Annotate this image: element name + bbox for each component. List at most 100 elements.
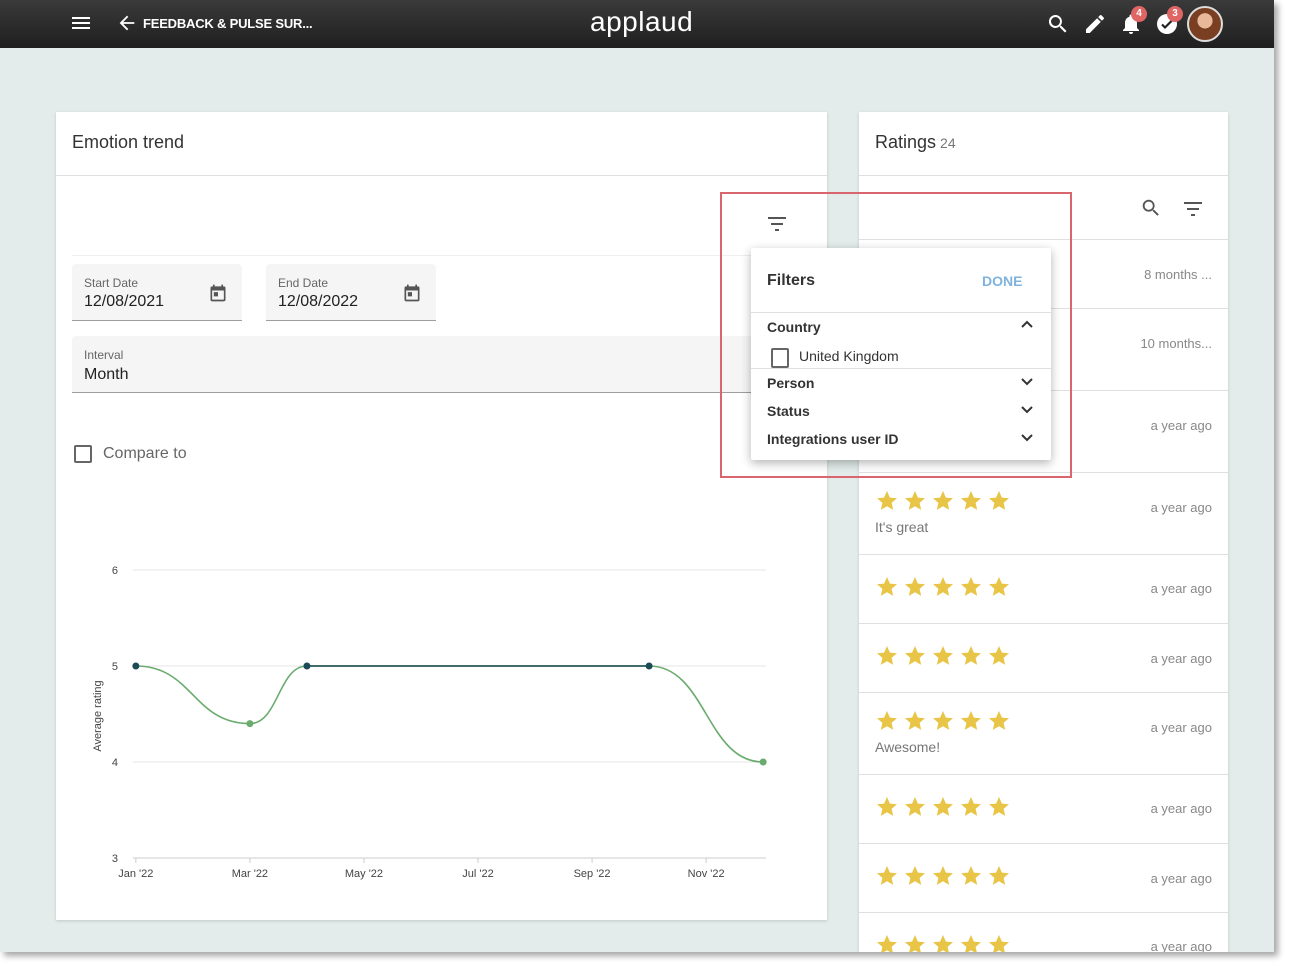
star-icon (989, 711, 1009, 730)
star-icon (961, 491, 981, 510)
star-icon (877, 646, 897, 665)
rating-timestamp: a year ago (1150, 581, 1212, 596)
chevron-up-icon (1021, 320, 1033, 328)
x-tick-label: Sep '22 (574, 868, 611, 880)
star-icon (989, 491, 1009, 510)
star-icon (989, 646, 1009, 665)
end-date-field[interactable]: End Date 12/08/2022 (266, 264, 436, 321)
star-icon (961, 577, 981, 596)
search-icon[interactable] (1140, 197, 1162, 219)
calendar-icon[interactable] (208, 283, 228, 303)
star-icon (877, 935, 897, 952)
x-tick-label: May '22 (345, 868, 383, 880)
star-icon (961, 866, 981, 885)
rating-comment: It's great (875, 519, 929, 535)
y-axis-label: Average rating (92, 680, 104, 751)
rating-row[interactable]: a year ago (859, 624, 1228, 693)
data-point (303, 662, 311, 670)
data-point (246, 720, 254, 728)
user-avatar[interactable] (1187, 6, 1223, 42)
tasks-button[interactable]: 3 (1155, 6, 1183, 36)
filter-section-status[interactable]: Status (767, 399, 1035, 423)
rating-row[interactable]: Awesome! a year ago (859, 693, 1228, 775)
rating-row[interactable]: a year ago (859, 844, 1228, 913)
compare-to-checkbox[interactable] (74, 445, 92, 463)
data-point (645, 662, 653, 670)
hamburger-menu-icon[interactable] (70, 14, 92, 34)
ratings-header: Ratings 24 (859, 112, 1228, 176)
rating-row[interactable]: a year ago (859, 913, 1228, 952)
back-arrow-icon[interactable] (116, 12, 138, 34)
filters-divider (751, 312, 1051, 313)
star-icon (933, 935, 953, 952)
chevron-down-icon (1021, 406, 1033, 414)
star-icon (933, 646, 953, 665)
star-icon (933, 577, 953, 596)
filter-icon[interactable] (1181, 199, 1205, 219)
notifications-button[interactable]: 4 (1119, 6, 1147, 36)
star-icon (877, 491, 897, 510)
y-tick-label: 3 (112, 853, 118, 865)
x-tick-label: Jan '22 (118, 868, 153, 880)
united-kingdom-checkbox[interactable] (771, 348, 789, 368)
notifications-badge: 4 (1131, 6, 1147, 22)
filter-section-label: Country (767, 319, 821, 335)
star-icon (905, 711, 925, 730)
data-point (759, 758, 767, 766)
search-icon[interactable] (1046, 12, 1070, 36)
rating-timestamp: a year ago (1150, 939, 1212, 952)
star-rating (875, 795, 1011, 819)
ratings-card: Ratings 24 8 months ... 10 months... a year… (859, 112, 1228, 952)
chevron-down-icon (1021, 434, 1033, 442)
brand-logo: applaud (590, 6, 694, 37)
rating-row[interactable]: a year ago (859, 555, 1228, 624)
star-rating (875, 864, 1011, 888)
star-icon (961, 797, 981, 816)
edit-pencil-icon[interactable] (1083, 12, 1107, 36)
x-tick-label: Jul '22 (462, 868, 493, 880)
rating-timestamp: a year ago (1150, 871, 1212, 886)
filter-section-person[interactable]: Person (767, 371, 1035, 395)
x-tick-label: Mar '22 (232, 868, 268, 880)
filter-section-integrations-user-id[interactable]: Integrations user ID (767, 427, 1035, 451)
filter-icon[interactable] (764, 212, 790, 236)
star-icon (905, 646, 925, 665)
chevron-down-icon (1021, 378, 1033, 386)
filter-section-label: Person (767, 375, 815, 391)
rating-timestamp: 8 months ... (1144, 267, 1212, 282)
y-tick-label: 5 (112, 661, 118, 673)
tasks-badge: 3 (1167, 6, 1183, 22)
calendar-icon[interactable] (402, 283, 422, 303)
rating-row[interactable]: It's great a year ago (859, 473, 1228, 555)
done-button[interactable]: DONE (982, 273, 1022, 289)
filters-popup: Filters DONE Country United Kingdom Pers… (751, 248, 1051, 460)
rating-row[interactable]: a year ago (859, 775, 1228, 844)
star-icon (961, 711, 981, 730)
filter-section-country[interactable]: Country (767, 315, 1035, 339)
ratings-title: Ratings (875, 132, 937, 152)
star-icon (933, 491, 953, 510)
star-rating (875, 933, 1011, 952)
compare-to-label: Compare to (103, 445, 187, 462)
app-window: FEEDBACK & PULSE SUR... applaud 4 3 Emot… (0, 0, 1274, 952)
star-icon (905, 577, 925, 596)
page-title: FEEDBACK & PULSE SUR... (143, 16, 313, 31)
data-point (132, 662, 140, 670)
star-icon (905, 491, 925, 510)
star-icon (877, 577, 897, 596)
series-line (135, 665, 764, 763)
start-date-field[interactable]: Start Date 12/08/2021 (72, 264, 242, 321)
star-icon (989, 577, 1009, 596)
star-icon (933, 711, 953, 730)
star-icon (905, 866, 925, 885)
star-rating (875, 575, 1011, 599)
interval-select[interactable]: Interval Month (72, 336, 772, 393)
rating-timestamp: a year ago (1150, 651, 1212, 666)
rating-timestamp: a year ago (1150, 801, 1212, 816)
united-kingdom-label: United Kingdom (799, 348, 899, 364)
star-icon (989, 866, 1009, 885)
emotion-trend-title: Emotion trend (56, 112, 827, 176)
y-tick-label: 4 (112, 757, 118, 769)
emotion-trend-card: Emotion trend Start Date 12/08/2021 End … (56, 112, 827, 920)
rating-timestamp: a year ago (1150, 418, 1212, 433)
